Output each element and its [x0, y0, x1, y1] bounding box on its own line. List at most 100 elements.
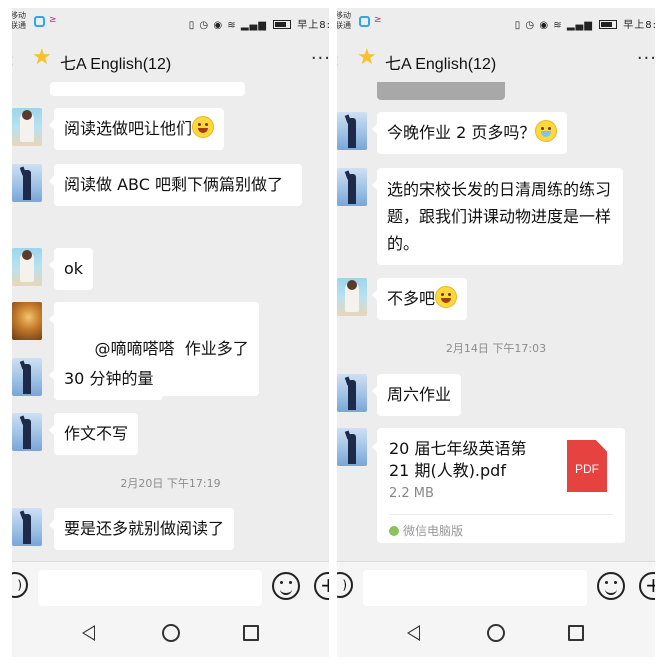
avatar[interactable]	[337, 168, 367, 206]
chat-input-bar: ) +	[337, 561, 655, 611]
nav-back-icon[interactable]	[407, 625, 420, 641]
eye-icon: ◉	[539, 20, 550, 31]
status-bar: 移动 联通 ≥ ▯ ◷ ◉ ≋ ▂▄▆ 早上8:	[12, 8, 329, 38]
system-nav-bar	[12, 611, 329, 657]
avatar[interactable]	[337, 112, 367, 150]
message-timestamp: 2月20日 下午17:19	[120, 477, 221, 490]
message-bubble[interactable]: 周六作业	[371, 374, 462, 416]
message-bubble[interactable]: 阅读选做吧让他们	[48, 108, 225, 150]
emoji-icon[interactable]	[597, 572, 625, 600]
chat-title: 七A English(12)	[385, 56, 497, 73]
more-icon[interactable]: ···	[311, 48, 329, 69]
grin-emoji-icon	[435, 286, 458, 308]
clock-label: 早上8:	[297, 20, 329, 31]
avatar[interactable]	[12, 358, 42, 396]
divider	[389, 514, 613, 515]
message-bubble[interactable]: 作文不写	[48, 413, 139, 455]
message-text: 选的宋校长发的日清周练的练习题，跟我们讲课动物进度是一样的。	[387, 180, 612, 253]
file-message-card[interactable]: 20 届七年级英语第 21 期(人教).pdf 2.2 MB PDF 微信电脑版	[372, 428, 625, 543]
nav-home-icon[interactable]	[487, 624, 505, 642]
status-indicators: ▯ ◷ ◉ ≋ ▂▄▆ 早上8:	[515, 16, 655, 31]
voice-icon[interactable]: )	[12, 572, 28, 598]
avatar[interactable]	[12, 413, 42, 451]
star-icon: ★	[357, 45, 377, 70]
nav-back-icon[interactable]	[82, 625, 95, 641]
message-text: 阅读选做吧让他们	[64, 119, 193, 138]
wechat-pc-icon	[389, 526, 399, 536]
avatar[interactable]	[12, 164, 42, 202]
vibrate-icon: ▯	[514, 20, 522, 31]
back-icon[interactable]: ‹	[12, 48, 14, 72]
notification-icon: ≥	[49, 15, 57, 25]
message-text: 作文不写	[64, 424, 129, 443]
message-input[interactable]	[38, 570, 262, 606]
eye-icon: ◉	[213, 20, 224, 31]
signal-icon: ▂▄▆	[566, 20, 593, 31]
message-text: @嘀嘀嗒嗒 作业多了	[94, 339, 249, 358]
file-size: 2.2 MB	[389, 486, 434, 501]
message-text: 周六作业	[387, 385, 452, 404]
message-input[interactable]	[363, 570, 587, 606]
app-badge-icon	[359, 16, 370, 27]
emoji-icon[interactable]	[272, 572, 300, 600]
avatar[interactable]	[337, 374, 367, 412]
chat-screen-right: 移动 联通 ≥ ▯ ◷ ◉ ≋ ▂▄▆ 早上8: ‹ ★ 七A English(…	[337, 8, 655, 657]
chat-title: 七A English(12)	[60, 56, 172, 73]
file-name: 20 届七年级英语第 21 期(人教).pdf	[389, 439, 527, 480]
voice-icon[interactable]: )	[337, 572, 353, 598]
notification-icon: ≥	[374, 15, 382, 25]
message-text: 阅读做 ABC 吧剩下俩篇别做了	[64, 175, 283, 194]
pdf-icon-label: PDF	[575, 462, 599, 476]
wifi-icon: ≋	[227, 20, 237, 31]
message-bubble[interactable]: 选的宋校长发的日清周练的练习题，跟我们讲课动物进度是一样的。	[372, 168, 623, 265]
grin-emoji-icon	[192, 116, 215, 138]
nav-home-icon[interactable]	[162, 624, 180, 642]
avatar[interactable]	[12, 302, 42, 340]
signal-icon: ▂▄▆	[240, 20, 267, 31]
back-icon[interactable]: ‹	[337, 48, 339, 72]
more-icon[interactable]: ···	[637, 48, 655, 69]
alarm-icon: ◷	[199, 20, 210, 31]
nav-recent-icon[interactable]	[243, 625, 259, 641]
avatar[interactable]	[337, 428, 367, 466]
status-bar: 移动 联通 ≥ ▯ ◷ ◉ ≋ ▂▄▆ 早上8:	[337, 8, 655, 38]
avatar[interactable]	[12, 248, 42, 286]
image-message-cutoff[interactable]	[377, 82, 505, 100]
status-indicators: ▯ ◷ ◉ ≋ ▂▄▆ 早上8:	[189, 16, 329, 31]
battery-icon	[273, 20, 292, 29]
message-bubble[interactable]: ok	[48, 248, 94, 290]
message-text: 30 分钟的量	[64, 369, 154, 388]
star-icon: ★	[32, 45, 52, 70]
message-bubble[interactable]: 今晚作业 2 页多吗？	[371, 112, 568, 154]
chat-input-bar: ) +	[12, 561, 329, 611]
message-bubble[interactable]: 30 分钟的量	[48, 358, 164, 400]
chat-screen-left: 移动 联通 ≥ ▯ ◷ ◉ ≋ ▂▄▆ 早上8: ‹ ★ 七A English(…	[12, 8, 329, 657]
vibrate-icon: ▯	[188, 20, 196, 31]
avatar[interactable]	[337, 278, 367, 316]
nav-recent-icon[interactable]	[568, 625, 584, 641]
plus-icon[interactable]: +	[314, 572, 329, 600]
chat-header: ‹ ★ 七A English(12) ···	[12, 38, 329, 82]
message-bubble-cutoff	[50, 82, 245, 96]
app-badge-icon	[34, 16, 45, 27]
carrier-label: 移动 联通	[12, 11, 26, 30]
message-text: 今晚作业 2 页多吗？	[387, 123, 536, 142]
message-bubble[interactable]: 不多吧	[371, 278, 468, 320]
avatar[interactable]	[12, 508, 42, 546]
message-text: 不多吧	[387, 289, 436, 308]
carrier-label: 移动 联通	[337, 11, 351, 30]
system-nav-bar	[337, 611, 655, 657]
alarm-icon: ◷	[525, 20, 536, 31]
message-bubble[interactable]: 阅读做 ABC 吧剩下俩篇别做了	[49, 164, 302, 206]
wifi-icon: ≋	[553, 20, 563, 31]
laugh-cry-emoji-icon	[535, 120, 558, 142]
clock-label: 早上8:	[623, 20, 655, 31]
file-source-label: 微信电脑版	[403, 524, 464, 538]
file-source: 微信电脑版	[389, 522, 463, 539]
pdf-icon: PDF	[567, 440, 607, 492]
plus-icon[interactable]: +	[639, 572, 655, 600]
avatar[interactable]	[12, 108, 42, 146]
message-text: 要是还多就别做阅读了	[64, 519, 225, 538]
message-bubble[interactable]: 要是还多就别做阅读了	[48, 508, 235, 550]
chat-header: ‹ ★ 七A English(12) ···	[337, 38, 655, 82]
